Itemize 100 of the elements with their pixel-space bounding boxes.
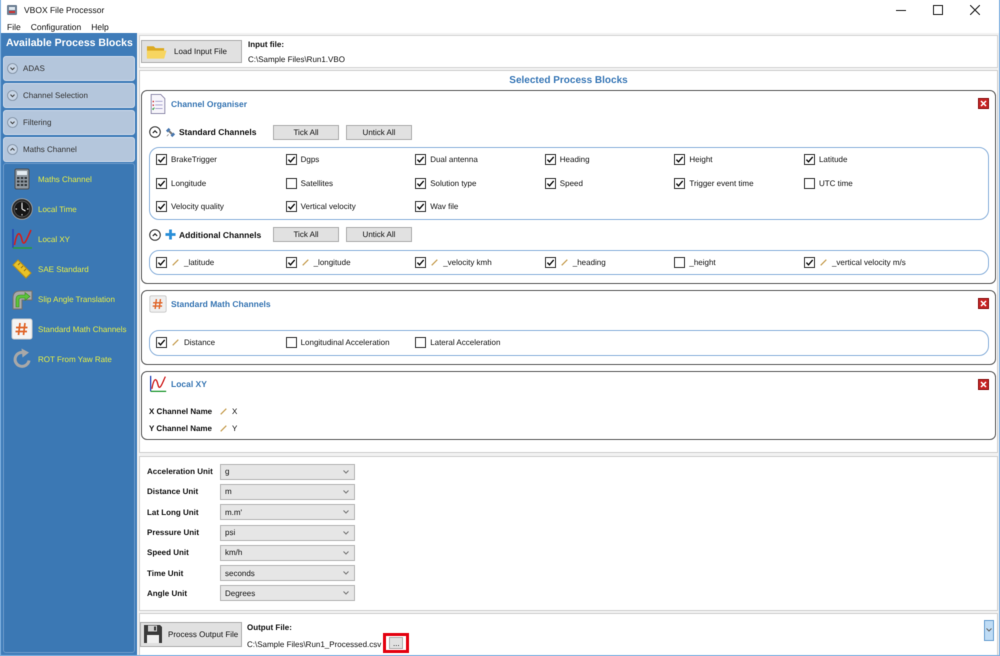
checkbox[interactable]	[544, 154, 556, 166]
hash-tile-icon	[11, 318, 33, 340]
checkbox[interactable]	[286, 154, 297, 166]
block-list-item[interactable]: Standard Math Channels	[4, 314, 134, 344]
checkbox[interactable]	[804, 154, 815, 166]
tick-button[interactable]: Untick All	[346, 227, 412, 242]
clock-icon	[11, 198, 33, 220]
chevron-icon[interactable]	[149, 126, 161, 138]
channel-label: Longitude	[171, 178, 206, 188]
channel-label: _latitude	[184, 258, 214, 267]
block-title: Local XY	[171, 379, 207, 389]
menu-item[interactable]: File	[2, 22, 26, 32]
block-title: Channel Organiser	[171, 98, 248, 108]
tick-button[interactable]: Untick All	[346, 124, 412, 140]
section-heading: Additional Channels	[179, 230, 262, 240]
checkbox[interactable]	[415, 256, 426, 268]
channel-label: Dgps	[300, 155, 320, 164]
checkbox[interactable]	[156, 256, 167, 268]
ruler-icon	[11, 258, 33, 280]
window-title: VBOX File Processor	[24, 5, 104, 15]
caret-icon	[343, 470, 349, 474]
group-header[interactable]: Channel Selection	[3, 83, 135, 108]
unit-dropdown[interactable]: m	[220, 484, 355, 500]
channel-label: Speed	[560, 178, 583, 188]
checkbox[interactable]	[415, 337, 426, 348]
channel-label: Longitudinal Acceleration	[300, 338, 390, 348]
close-icon[interactable]	[970, 5, 980, 15]
checkbox[interactable]	[804, 178, 815, 189]
unit-label: Acceleration Unit	[147, 467, 214, 476]
field-label: Y Channel Name	[149, 424, 213, 432]
checkbox[interactable]	[415, 201, 426, 212]
unit-dropdown[interactable]: seconds	[220, 565, 355, 582]
load-input-file-button[interactable]: Load Input File	[141, 40, 242, 63]
unit-dropdown[interactable]: m.m'	[220, 504, 355, 520]
output-file-label: Output File:	[247, 622, 293, 632]
checkbox[interactable]	[544, 256, 556, 268]
channel-label: UTC time	[818, 178, 853, 188]
caret-icon	[343, 591, 349, 596]
channel-label: Trigger event time	[689, 178, 754, 188]
block-list-item[interactable]: Local XY	[4, 224, 134, 254]
unit-dropdown[interactable]: psi	[220, 524, 355, 541]
caret-icon	[343, 571, 349, 576]
unit-dropdown[interactable]: km/h	[220, 544, 355, 561]
input-file-label: Input file:	[248, 40, 285, 48]
channel-label: BrakeTrigger	[171, 155, 217, 164]
channel-label: Height	[689, 155, 712, 164]
output-file-path: C:\Sample Files\Run1_Processed.csv	[247, 640, 382, 649]
section-title: Selected Process Blocks	[508, 74, 629, 88]
unit-label: Lat Long Unit	[147, 508, 200, 517]
block-list-item[interactable]: ROT From Yaw Rate	[4, 344, 134, 374]
menu-item[interactable]: Help	[86, 22, 114, 32]
close-icon[interactable]	[978, 298, 989, 309]
unit-dropdown[interactable]: Degrees	[220, 585, 355, 602]
checkbox[interactable]	[286, 256, 297, 268]
checkbox[interactable]	[286, 337, 297, 348]
unit-dropdown[interactable]: g	[220, 464, 355, 480]
block-list-item[interactable]: SAE Standard	[4, 254, 134, 284]
channel-label: Distance	[184, 338, 216, 348]
checkbox[interactable]	[156, 178, 167, 189]
process-output-file-button[interactable]: Process Output File	[140, 622, 242, 647]
caret-icon	[343, 550, 349, 555]
tick-button[interactable]: Tick All	[273, 227, 339, 242]
chevron-icon[interactable]	[149, 228, 161, 240]
checklist-document-icon	[149, 94, 167, 114]
block-list-item[interactable]: Slip Angle Translation	[4, 284, 134, 314]
scroll-down-button[interactable]	[984, 620, 994, 641]
checkbox[interactable]	[415, 154, 426, 166]
close-icon[interactable]	[978, 98, 989, 109]
checkbox[interactable]	[674, 178, 686, 189]
checkbox[interactable]	[804, 256, 815, 268]
line-chart-icon	[11, 228, 33, 250]
channel-label: _height	[689, 258, 716, 267]
checkbox[interactable]	[544, 178, 556, 189]
caret-icon	[343, 530, 349, 535]
maximize-icon[interactable]	[932, 5, 942, 15]
checkbox[interactable]	[156, 201, 167, 212]
caret-icon	[343, 490, 349, 494]
checkbox[interactable]	[674, 154, 686, 166]
checkbox[interactable]	[674, 256, 686, 268]
sidebar-title: Available Process Blocks	[5, 36, 134, 51]
checkbox[interactable]	[286, 178, 297, 189]
browse-button[interactable]: ...	[389, 636, 404, 649]
checkbox[interactable]	[156, 154, 167, 166]
section-heading: Standard Channels	[179, 127, 258, 137]
group-header[interactable]: Maths Channel	[3, 137, 135, 162]
group-header[interactable]: ADAS	[3, 56, 135, 81]
tick-button[interactable]: Tick All	[273, 124, 339, 140]
checkbox[interactable]	[286, 201, 297, 212]
unit-label: Speed Unit	[147, 548, 190, 558]
field-value: X	[232, 406, 238, 416]
close-icon[interactable]	[978, 378, 989, 390]
channel-label: Lateral Acceleration	[430, 338, 500, 348]
checkbox[interactable]	[156, 337, 167, 348]
hash-tile-icon	[149, 294, 167, 314]
group-header[interactable]: Filtering	[3, 110, 135, 135]
block-list-item[interactable]: Local Time	[4, 194, 134, 224]
unit-label: Distance Unit	[147, 487, 200, 496]
block-list-item[interactable]: Maths Channel	[4, 164, 134, 194]
checkbox[interactable]	[415, 178, 426, 189]
menu-item[interactable]: Configuration	[26, 22, 86, 32]
